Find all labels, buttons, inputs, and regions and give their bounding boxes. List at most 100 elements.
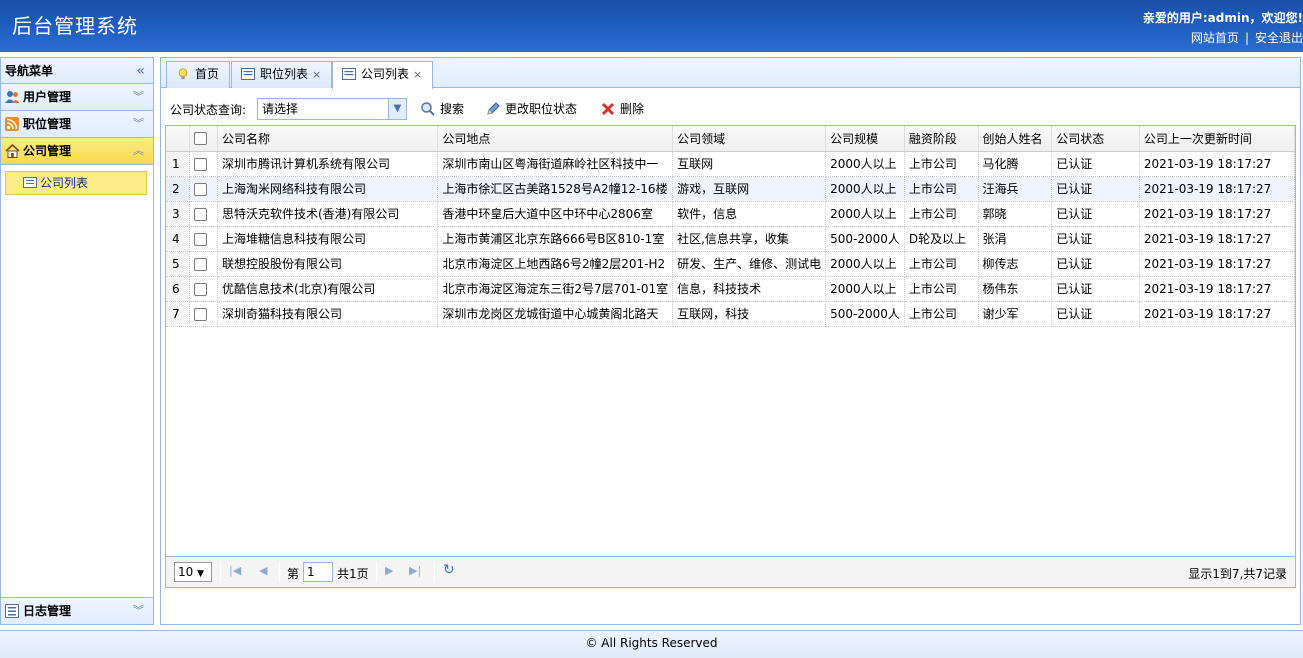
tab-label: 职位列表 bbox=[260, 67, 309, 81]
next-page-icon[interactable]: ▶ bbox=[385, 564, 393, 577]
tab-company-list[interactable]: 公司列表 × bbox=[332, 61, 434, 89]
site-home-link[interactable]: 网站首页 bbox=[1191, 31, 1239, 45]
row-checkbox[interactable] bbox=[194, 182, 208, 196]
row-checkbox[interactable] bbox=[194, 207, 208, 221]
chevron-down-icon[interactable]: ▼ bbox=[388, 99, 406, 119]
company-status-cell: 已认证 bbox=[1051, 276, 1140, 302]
rss-icon bbox=[5, 117, 19, 131]
row-number: 7 bbox=[166, 301, 191, 327]
sidebar-group-jobs[interactable]: 职位管理 ︾ bbox=[1, 111, 153, 138]
table-row[interactable]: 7 深圳奇猫科技有限公司 深圳市龙岗区龙城街道中心城黄阁北路天 互联网，科技 5… bbox=[166, 301, 1295, 327]
close-icon[interactable]: × bbox=[312, 68, 321, 81]
table-row[interactable]: 6 优酷信息技术(北京)有限公司 北京市海淀区海淀东三街2号7层701-01室 … bbox=[166, 276, 1295, 302]
app-title: 后台管理系统 bbox=[12, 14, 138, 38]
pager-separator bbox=[434, 562, 435, 582]
row-checkbox-cell bbox=[189, 151, 218, 177]
founder-cell: 柳传志 bbox=[978, 251, 1053, 277]
sidebar-title: 导航菜单 « bbox=[1, 58, 153, 84]
company-location-cell: 香港中环皇后大道中区中环中心2806室 bbox=[437, 201, 674, 227]
page-size-select[interactable]: 10 ▼ bbox=[174, 562, 212, 582]
search-button-label: 搜索 bbox=[440, 102, 465, 116]
founder-cell: 杨伟东 bbox=[978, 276, 1053, 302]
table-icon bbox=[342, 68, 356, 80]
row-number: 5 bbox=[166, 251, 191, 277]
prev-page-icon[interactable]: ◀ bbox=[259, 564, 267, 577]
company-location-cell: 上海市徐汇区古美路1528号A2幢12-16楼 bbox=[437, 176, 674, 202]
table-row[interactable]: 5 联想控股股份有限公司 北京市海淀区上地西路6号2幢2层201-H2 研发、生… bbox=[166, 251, 1295, 277]
funding-stage-cell: 上市公司 bbox=[904, 301, 979, 327]
first-page-icon[interactable]: |◀ bbox=[229, 564, 241, 577]
search-button[interactable]: 搜索 bbox=[420, 98, 464, 120]
company-status-cell: 已认证 bbox=[1051, 201, 1140, 227]
table-row[interactable]: 3 思特沃克软件技术(香港)有限公司 香港中环皇后大道中区中环中心2806室 软… bbox=[166, 201, 1295, 227]
sidebar-item-company-list[interactable]: 公司列表 bbox=[5, 171, 147, 195]
company-field-cell: 游戏，互联网 bbox=[672, 176, 827, 202]
row-checkbox[interactable] bbox=[194, 157, 208, 171]
company-location-cell: 深圳市南山区粤海街道麻岭社区科技中一 bbox=[437, 151, 674, 177]
close-icon[interactable]: × bbox=[413, 68, 422, 81]
row-checkbox[interactable] bbox=[194, 257, 208, 271]
row-checkbox-cell bbox=[189, 301, 218, 327]
lightbulb-icon bbox=[178, 68, 188, 80]
chevron-down-icon: ▼ bbox=[197, 569, 205, 579]
page-number-input[interactable]: 1 bbox=[303, 562, 333, 582]
sidebar-group-users[interactable]: 用户管理 ︾ bbox=[1, 84, 153, 111]
founder-cell: 张涓 bbox=[978, 226, 1053, 252]
column-header[interactable]: 公司领域 bbox=[672, 126, 827, 152]
row-number-header bbox=[166, 126, 191, 152]
company-name-cell: 深圳市腾讯计算机系统有限公司 bbox=[217, 151, 439, 177]
table-row[interactable]: 4 上海堆糖信息科技有限公司 上海市黄浦区北京东路666号B区810-1室 社区… bbox=[166, 226, 1295, 252]
column-header[interactable]: 公司规模 bbox=[825, 126, 905, 152]
chevron-down-icon[interactable]: ︾ bbox=[133, 598, 144, 624]
chevron-down-icon[interactable]: ︾ bbox=[133, 111, 144, 137]
row-checkbox[interactable] bbox=[194, 232, 208, 246]
company-status-cell: 已认证 bbox=[1051, 151, 1140, 177]
sidebar-group-logs[interactable]: 日志管理 ︾ bbox=[1, 597, 153, 624]
table-row[interactable]: 2 上海淘米网络科技有限公司 上海市徐汇区古美路1528号A2幢12-16楼 游… bbox=[166, 176, 1295, 202]
row-checkbox-cell bbox=[189, 251, 218, 277]
link-separator: | bbox=[1244, 31, 1249, 45]
row-number: 6 bbox=[166, 276, 191, 302]
status-select[interactable]: 请选择 ▼ bbox=[257, 98, 407, 120]
sidebar-group-company[interactable]: 公司管理 ︽ bbox=[1, 138, 153, 165]
sidebar-title-label: 导航菜单 bbox=[5, 64, 54, 78]
app-header: 后台管理系统 亲爱的用户:admin，欢迎您! 网站首页 | 安全退出 bbox=[0, 0, 1303, 52]
company-size-cell: 2000人以上 bbox=[825, 151, 905, 177]
row-checkbox-cell bbox=[189, 176, 218, 202]
home-icon bbox=[5, 144, 20, 158]
refresh-icon[interactable]: ↻ bbox=[443, 562, 455, 578]
column-header[interactable]: 公司地点 bbox=[437, 126, 674, 152]
row-checkbox[interactable] bbox=[194, 307, 208, 321]
column-header[interactable]: 公司上一次更新时间 bbox=[1139, 126, 1295, 152]
list-icon bbox=[5, 604, 19, 618]
user-greeting: 亲爱的用户:admin，欢迎您! bbox=[1142, 11, 1303, 25]
company-field-cell: 社区,信息共享，收集 bbox=[672, 226, 827, 252]
tab-job-list[interactable]: 职位列表 × bbox=[231, 61, 333, 88]
company-field-cell: 互联网，科技 bbox=[672, 301, 827, 327]
last-page-icon[interactable]: ▶| bbox=[409, 564, 421, 577]
chevron-up-icon[interactable]: ︽ bbox=[133, 138, 144, 164]
company-status-cell: 已认证 bbox=[1051, 176, 1140, 202]
row-checkbox-cell bbox=[189, 201, 218, 227]
users-icon bbox=[5, 91, 20, 103]
founder-cell: 汪海兵 bbox=[978, 176, 1053, 202]
company-location-cell: 北京市海淀区上地西路6号2幢2层201-H2 bbox=[437, 251, 674, 277]
table-row[interactable]: 1 深圳市腾讯计算机系统有限公司 深圳市南山区粤海街道麻岭社区科技中一 互联网 … bbox=[166, 151, 1295, 177]
collapse-sidebar-icon[interactable]: « bbox=[136, 58, 145, 84]
delete-button[interactable]: 删除 bbox=[600, 98, 644, 120]
logout-link[interactable]: 安全退出 bbox=[1255, 31, 1303, 45]
company-status-cell: 已认证 bbox=[1051, 301, 1140, 327]
chevron-down-icon[interactable]: ︾ bbox=[133, 84, 144, 110]
sidebar-group-label: 职位管理 bbox=[23, 117, 72, 131]
company-location-cell: 上海市黄浦区北京东路666号B区810-1室 bbox=[437, 226, 674, 252]
column-header[interactable]: 融资阶段 bbox=[904, 126, 979, 152]
pagination-bar: 10 ▼ |◀ ◀ 第 1 共1页 ▶ ▶| ↻ 显示1到7,共7记录 bbox=[166, 556, 1295, 587]
column-header[interactable]: 创始人姓名 bbox=[978, 126, 1053, 152]
row-checkbox[interactable] bbox=[194, 282, 208, 296]
select-all-checkbox[interactable] bbox=[194, 132, 208, 146]
tab-home[interactable]: 首页 bbox=[166, 61, 231, 88]
update-status-button[interactable]: 更改职位状态 bbox=[485, 98, 577, 120]
company-name-cell: 优酷信息技术(北京)有限公司 bbox=[217, 276, 439, 302]
column-header[interactable]: 公司名称 bbox=[217, 126, 439, 152]
column-header[interactable]: 公司状态 bbox=[1051, 126, 1140, 152]
